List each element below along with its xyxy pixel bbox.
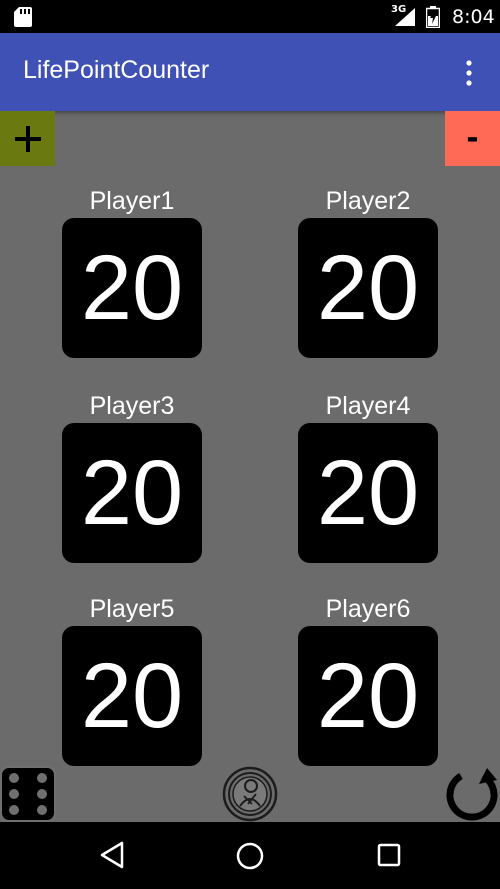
player-name: Player1: [89, 187, 175, 215]
increment-button[interactable]: +: [0, 111, 55, 166]
life-counter[interactable]: 20: [298, 423, 438, 563]
decrement-label: -: [466, 121, 479, 156]
player-card: Player1 20: [62, 184, 202, 358]
life-counter[interactable]: 20: [298, 626, 438, 766]
player-name: Player3: [89, 392, 175, 420]
app-bar: LifePointCounter: [0, 33, 500, 111]
decrement-button[interactable]: -: [445, 111, 500, 166]
player-card: Player4 20: [298, 389, 438, 563]
life-counter[interactable]: 20: [62, 218, 202, 358]
player-name: Player5: [89, 595, 175, 623]
battery-icon: [426, 6, 440, 28]
plus-icon: [14, 125, 41, 152]
player-card: Player5 20: [62, 592, 202, 766]
player-name: Player6: [325, 595, 411, 623]
life-counter[interactable]: 20: [62, 423, 202, 563]
life-counter[interactable]: 20: [62, 626, 202, 766]
status-bar: 3G 8:04: [0, 0, 500, 33]
dice-icon[interactable]: [0, 766, 56, 822]
life-counter[interactable]: 20: [298, 218, 438, 358]
reset-icon[interactable]: [443, 766, 500, 822]
signal-icon: [395, 8, 415, 26]
more-vert-icon[interactable]: [462, 59, 476, 87]
player-name: Player2: [325, 187, 411, 215]
status-clock: 8:04: [452, 6, 495, 28]
player-card: Player2 20: [298, 184, 438, 358]
player-card: Player3 20: [62, 389, 202, 563]
player-card: Player6 20: [298, 592, 438, 766]
app-title: LifePointCounter: [23, 56, 210, 84]
sd-card-icon: [14, 7, 32, 27]
navigation-bar: [0, 822, 500, 889]
home-icon[interactable]: [235, 841, 265, 871]
player-name: Player4: [325, 392, 411, 420]
back-icon[interactable]: [98, 840, 126, 870]
recents-icon[interactable]: [375, 841, 403, 869]
planeswalker-icon[interactable]: [222, 766, 278, 822]
